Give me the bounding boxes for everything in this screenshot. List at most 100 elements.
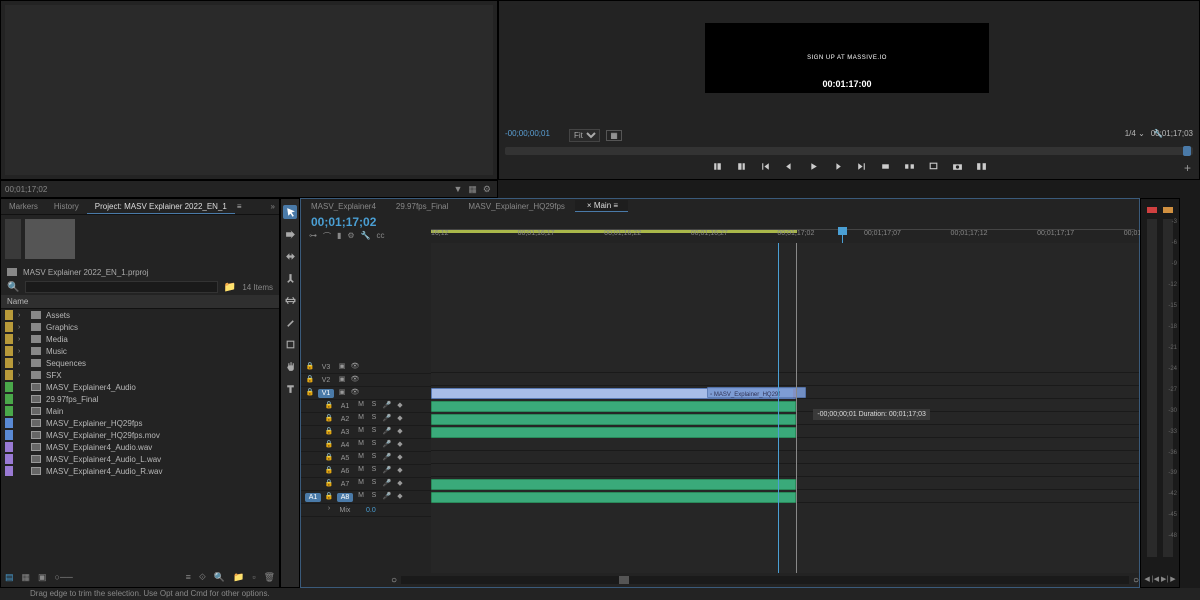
track-target[interactable]: V2: [318, 376, 334, 385]
mute-button[interactable]: M: [356, 414, 366, 424]
mark-out-button[interactable]: [735, 160, 747, 172]
timeline-panel[interactable]: MASV_Explainer4 29.97fps_Final MASV_Expl…: [300, 198, 1140, 588]
lock-icon[interactable]: 🔒: [324, 466, 334, 476]
expand-arrow-icon[interactable]: ›: [18, 312, 26, 319]
playhead[interactable]: [842, 227, 843, 243]
settings-icon[interactable]: ⚙: [347, 231, 354, 242]
keyframe-icon[interactable]: ◆: [395, 414, 405, 424]
mark-in-button[interactable]: [711, 160, 723, 172]
extract-button[interactable]: [903, 160, 915, 172]
zoom-out-icon[interactable]: ○: [391, 575, 397, 586]
column-header-name[interactable]: Name: [1, 295, 279, 309]
audio-meters[interactable]: -3-6-9-12-15-18-21-24-27-30-33-36-39-42-…: [1140, 198, 1180, 588]
lock-icon[interactable]: 🔒: [305, 375, 315, 385]
program-tc-right[interactable]: 00;01;17;03: [1151, 129, 1193, 138]
zoom-fit-select[interactable]: Fit ▦: [569, 129, 622, 142]
icon-view-icon[interactable]: ▦: [22, 572, 31, 583]
fit-dropdown[interactable]: Fit: [569, 129, 600, 142]
audio-clip[interactable]: [431, 479, 796, 490]
item-row[interactable]: MASV_Explainer4_Audio_R.wav: [1, 465, 279, 477]
bin-row[interactable]: ›SFX: [1, 369, 279, 381]
lock-icon[interactable]: 🔒: [324, 492, 334, 502]
track-target[interactable]: A5: [337, 454, 353, 463]
seq-tab-3[interactable]: × Main ≡: [575, 200, 628, 212]
toggle-sync[interactable]: 👁: [350, 362, 360, 372]
expand-icon[interactable]: ›: [324, 505, 334, 515]
rectangle-tool[interactable]: [283, 337, 297, 351]
mute-button[interactable]: M: [356, 466, 366, 476]
mute-button[interactable]: M: [356, 427, 366, 437]
project-list[interactable]: ›Assets›Graphics›Media›Music›Sequences›S…: [1, 309, 279, 477]
time-ruler[interactable]: 16;1200;01;16;1700;01;16;2200;01;16;2700…: [431, 229, 1135, 243]
audio-track-header[interactable]: 🔒A6MS🎤◆: [301, 465, 431, 478]
item-row[interactable]: MASV_Explainer4_Audio: [1, 381, 279, 393]
video-clip-label[interactable]: ▫ MASV_Explainer_HQ29f: [707, 387, 806, 398]
keyframe-icon[interactable]: ◆: [395, 401, 405, 411]
playhead-handle[interactable]: [838, 227, 847, 235]
audio-clip[interactable]: [431, 401, 796, 412]
expand-arrow-icon[interactable]: ›: [18, 348, 26, 355]
expand-arrow-icon[interactable]: ›: [18, 360, 26, 367]
clip-indicator-right[interactable]: [1163, 207, 1173, 213]
program-scrubber[interactable]: [505, 147, 1193, 155]
seq-tab-2[interactable]: MASV_Explainer_HQ29fps: [458, 201, 575, 212]
mix-track-header[interactable]: ›Mix0.0: [301, 504, 431, 517]
video-track-header[interactable]: 🔒V3▣👁: [301, 361, 431, 374]
meter-prev-icon[interactable]: |◀: [1152, 575, 1159, 583]
new-item-button[interactable]: ▫: [252, 572, 255, 583]
audio-clip[interactable]: [431, 492, 796, 503]
slip-tool[interactable]: [283, 293, 297, 307]
expand-arrow-icon[interactable]: ›: [18, 336, 26, 343]
delete-button[interactable]: 🗑: [264, 572, 275, 583]
item-row[interactable]: MASV_Explainer_HQ29fps: [1, 417, 279, 429]
track-target[interactable]: A7: [337, 480, 353, 489]
track-lane[interactable]: [431, 491, 1139, 503]
item-row[interactable]: MASV_Explainer_HQ29fps.mov: [1, 429, 279, 441]
track-content[interactable]: ▫ MASV_Explainer_HQ29f-00;00;00;01 Durat…: [431, 243, 1139, 573]
track-lane[interactable]: [431, 413, 1139, 425]
lock-icon[interactable]: 🔒: [324, 401, 334, 411]
voice-over-icon[interactable]: 🎤: [382, 492, 392, 502]
track-target[interactable]: A6: [337, 467, 353, 476]
keyframe-icon[interactable]: ◆: [395, 479, 405, 489]
track-target[interactable]: A8: [337, 493, 353, 502]
lock-icon[interactable]: 🔒: [324, 414, 334, 424]
filter-icon[interactable]: ▼: [453, 184, 462, 195]
lock-icon[interactable]: 🔒: [305, 388, 315, 398]
project-search-input[interactable]: [25, 281, 217, 293]
track-lane[interactable]: [431, 374, 1139, 386]
audio-track-header[interactable]: 🔒A2MS🎤◆: [301, 413, 431, 426]
bin-row[interactable]: ›Music: [1, 345, 279, 357]
go-to-in-button[interactable]: [759, 160, 771, 172]
audio-track-header[interactable]: 🔒A7MS🎤◆: [301, 478, 431, 491]
step-back-button[interactable]: [783, 160, 795, 172]
lock-icon[interactable]: 🔒: [305, 362, 315, 372]
solo-button[interactable]: S: [369, 414, 379, 424]
voice-over-icon[interactable]: 🎤: [382, 414, 392, 424]
mute-button[interactable]: M: [356, 440, 366, 450]
track-select-tool[interactable]: [283, 227, 297, 241]
audio-track-header[interactable]: 🔒A3MS🎤◆: [301, 426, 431, 439]
solo-button[interactable]: S: [369, 401, 379, 411]
track-target[interactable]: V3: [318, 363, 334, 372]
lock-icon[interactable]: 🔒: [324, 440, 334, 450]
grid-icon[interactable]: ▦: [468, 184, 477, 195]
voice-over-icon[interactable]: 🎤: [382, 401, 392, 411]
zoom-slider[interactable]: ○──: [55, 572, 73, 583]
tabs-overflow-icon[interactable]: »: [271, 202, 275, 211]
program-monitor[interactable]: SIGN UP AT MASSIVE.IO 00:01:17:00 -00;00…: [498, 0, 1200, 180]
bin-row[interactable]: ›Graphics: [1, 321, 279, 333]
mix-value[interactable]: 0.0: [366, 507, 376, 514]
item-row[interactable]: MASV_Explainer4_Audio.wav: [1, 441, 279, 453]
voice-over-icon[interactable]: 🎤: [382, 440, 392, 450]
type-tool[interactable]: [283, 381, 297, 395]
settings-toggle-icon[interactable]: ▦: [606, 130, 622, 141]
voice-over-icon[interactable]: 🎤: [382, 427, 392, 437]
tab-menu-icon[interactable]: ≡: [237, 202, 242, 211]
settings-icon[interactable]: ⚙: [483, 184, 491, 195]
preview-thumb[interactable]: [25, 219, 75, 259]
track-lane[interactable]: [431, 478, 1139, 490]
clip-indicator-left[interactable]: [1147, 207, 1157, 213]
sequence-tc[interactable]: 00;01;17;02: [311, 215, 376, 229]
item-row[interactable]: MASV_Explainer4_Audio_L.wav: [1, 453, 279, 465]
